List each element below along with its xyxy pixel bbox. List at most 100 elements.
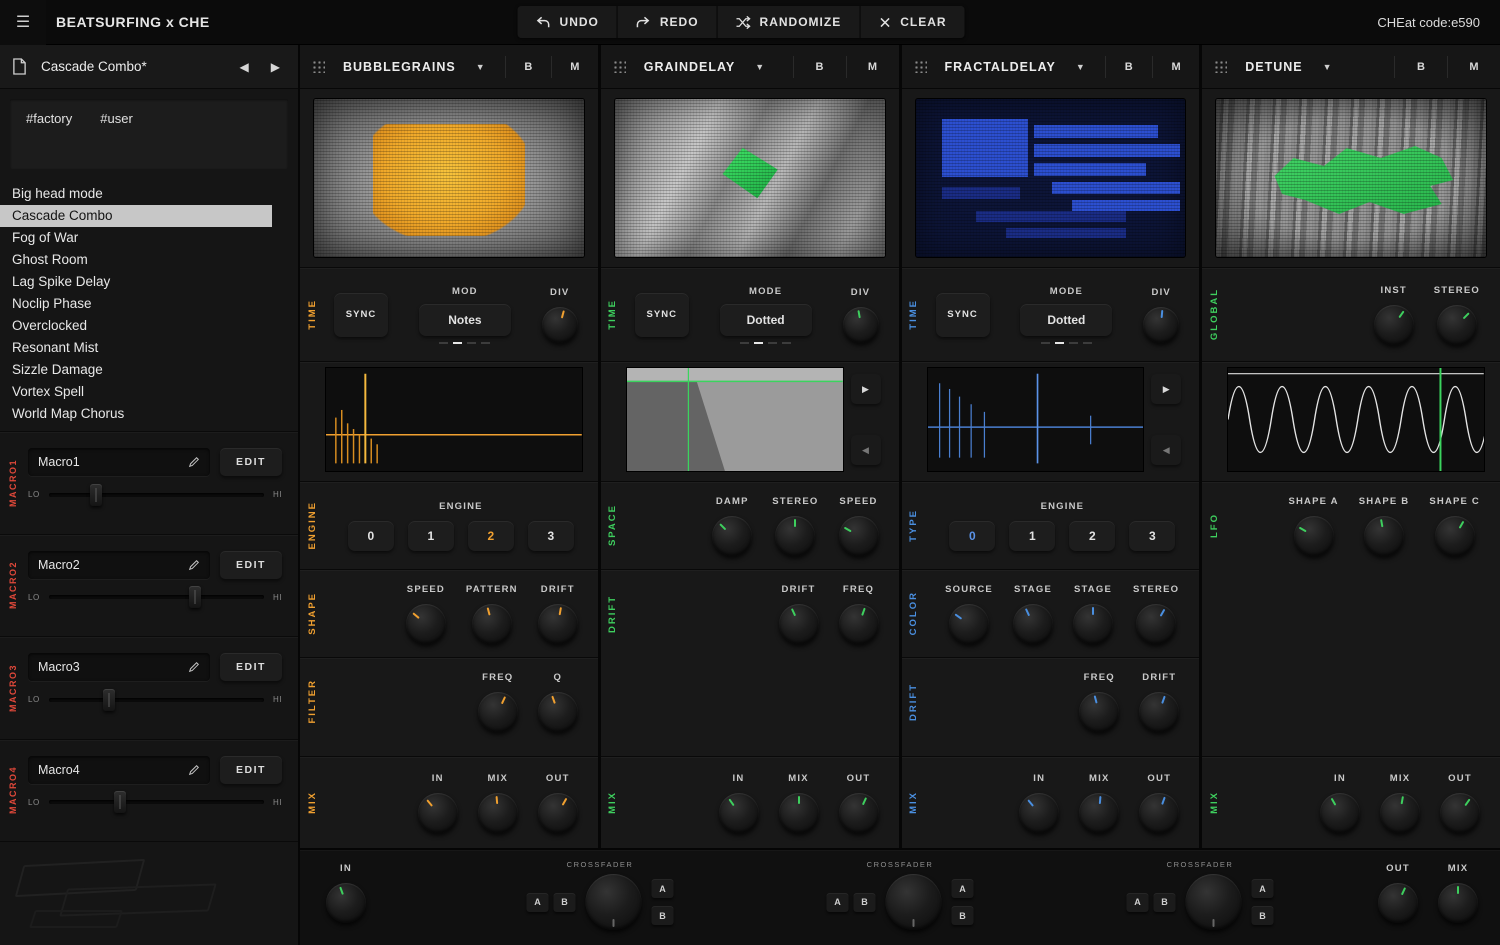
in-knob[interactable] bbox=[1019, 793, 1059, 833]
new-preset-button[interactable] bbox=[12, 58, 27, 75]
graph-next-button[interactable]: ▶ bbox=[1151, 374, 1181, 404]
graph-prev-button[interactable]: ◀ bbox=[851, 435, 881, 465]
q-knob[interactable] bbox=[538, 692, 578, 732]
stereo-knob[interactable] bbox=[775, 516, 815, 556]
macro4-slider-thumb[interactable] bbox=[114, 791, 126, 813]
mode-dropdown[interactable]: Dotted bbox=[1020, 304, 1112, 336]
source-knob[interactable] bbox=[949, 604, 989, 644]
shape-b-knob[interactable] bbox=[1364, 516, 1404, 556]
delay-tap-graph[interactable] bbox=[928, 368, 1144, 471]
shape-c-knob[interactable] bbox=[1435, 516, 1475, 556]
xfader-a-button[interactable]: A bbox=[827, 893, 849, 912]
bypass-button[interactable]: B bbox=[1405, 54, 1437, 80]
mute-button[interactable]: M bbox=[857, 54, 889, 80]
in-knob[interactable] bbox=[1320, 793, 1360, 833]
stereo-knob[interactable] bbox=[1437, 305, 1477, 345]
macro3-slider-thumb[interactable] bbox=[103, 689, 115, 711]
speed-knob[interactable] bbox=[839, 516, 879, 556]
preset-item[interactable]: Lag Spike Delay bbox=[0, 271, 298, 293]
speed-knob[interactable] bbox=[406, 604, 446, 644]
engine-button-2-selected[interactable]: 2 bbox=[468, 521, 514, 551]
preset-prev-button[interactable]: ◀ bbox=[234, 56, 255, 78]
xfader-b-route-button[interactable]: B bbox=[1252, 906, 1274, 925]
xfader-a-button[interactable]: A bbox=[527, 893, 549, 912]
xfader-b-button[interactable]: B bbox=[854, 893, 876, 912]
macro3-slider[interactable] bbox=[49, 698, 264, 702]
inst-knob[interactable] bbox=[1374, 305, 1414, 345]
grain-envelope-graph[interactable] bbox=[627, 368, 843, 471]
in-knob[interactable] bbox=[418, 793, 458, 833]
div-knob[interactable] bbox=[542, 307, 578, 343]
lfo-waveform-graph[interactable] bbox=[1228, 368, 1484, 471]
randomize-button[interactable]: RANDOMIZE bbox=[717, 6, 860, 38]
freq-knob[interactable] bbox=[839, 604, 879, 644]
freq-knob[interactable] bbox=[1079, 692, 1119, 732]
div-knob[interactable] bbox=[843, 307, 879, 343]
engine-button-1[interactable]: 1 bbox=[408, 521, 454, 551]
div-knob[interactable] bbox=[1143, 307, 1179, 343]
engine-button-0-selected[interactable]: 0 bbox=[949, 521, 995, 551]
graph-prev-button[interactable]: ◀ bbox=[1151, 435, 1181, 465]
drag-handle-icon[interactable] bbox=[914, 60, 927, 73]
macro1-edit-button[interactable]: EDIT bbox=[220, 448, 282, 476]
clear-button[interactable]: CLEAR bbox=[859, 6, 964, 38]
macro4-name-field[interactable]: Macro4 bbox=[28, 756, 210, 784]
xfader-a-route-button[interactable]: A bbox=[652, 879, 674, 898]
preset-item[interactable]: Vortex Spell bbox=[0, 381, 298, 403]
tag-factory[interactable]: #factory bbox=[26, 111, 72, 126]
drag-handle-icon[interactable] bbox=[312, 60, 325, 73]
preset-item[interactable]: Fog of War bbox=[0, 227, 298, 249]
xfader-a-route-button[interactable]: A bbox=[1252, 879, 1274, 898]
pattern-knob[interactable] bbox=[472, 604, 512, 644]
freq-knob[interactable] bbox=[478, 692, 518, 732]
xfader-a-route-button[interactable]: A bbox=[952, 879, 974, 898]
mix-knob[interactable] bbox=[478, 793, 518, 833]
pencil-icon[interactable] bbox=[188, 764, 200, 776]
preset-item[interactable]: Overclocked bbox=[0, 315, 298, 337]
macro1-slider-thumb[interactable] bbox=[90, 484, 102, 506]
pencil-icon[interactable] bbox=[188, 661, 200, 673]
macro4-slider[interactable] bbox=[49, 800, 264, 804]
mute-button[interactable]: M bbox=[1458, 54, 1490, 80]
graph-next-button[interactable]: ▶ bbox=[851, 374, 881, 404]
mute-button[interactable]: M bbox=[1163, 54, 1189, 80]
mode-dropdown[interactable]: Notes bbox=[419, 304, 511, 336]
out-knob[interactable] bbox=[1139, 793, 1179, 833]
drift-knob[interactable] bbox=[538, 604, 578, 644]
crossfader-knob[interactable] bbox=[586, 874, 642, 930]
macro3-edit-button[interactable]: EDIT bbox=[220, 653, 282, 681]
bypass-button[interactable]: B bbox=[804, 54, 836, 80]
macro2-slider-thumb[interactable] bbox=[189, 586, 201, 608]
undo-button[interactable]: UNDO bbox=[518, 6, 617, 38]
grain-pattern-graph[interactable] bbox=[326, 368, 582, 471]
shape-a-knob[interactable] bbox=[1294, 516, 1334, 556]
out-knob[interactable] bbox=[538, 793, 578, 833]
pencil-icon[interactable] bbox=[188, 559, 200, 571]
preset-item[interactable]: Resonant Mist bbox=[0, 337, 298, 359]
preset-next-button[interactable]: ▶ bbox=[265, 56, 286, 78]
engine-button-3[interactable]: 3 bbox=[1129, 521, 1175, 551]
xfader-b-route-button[interactable]: B bbox=[952, 906, 974, 925]
mix-knob[interactable] bbox=[1079, 793, 1119, 833]
sync-button[interactable]: SYNC bbox=[635, 293, 689, 337]
master-out-knob[interactable] bbox=[1378, 883, 1418, 923]
stage-knob[interactable] bbox=[1013, 604, 1053, 644]
out-knob[interactable] bbox=[1440, 793, 1480, 833]
mix-knob[interactable] bbox=[1380, 793, 1420, 833]
macro3-name-field[interactable]: Macro3 bbox=[28, 653, 210, 681]
out-knob[interactable] bbox=[839, 793, 879, 833]
macro1-name-field[interactable]: Macro1 bbox=[28, 448, 210, 476]
drift-knob[interactable] bbox=[779, 604, 819, 644]
macro2-slider[interactable] bbox=[49, 595, 264, 599]
macro2-edit-button[interactable]: EDIT bbox=[220, 551, 282, 579]
bypass-button[interactable]: B bbox=[515, 54, 541, 80]
crossfader-knob[interactable] bbox=[886, 874, 942, 930]
in-knob[interactable] bbox=[719, 793, 759, 833]
engine-button-3[interactable]: 3 bbox=[528, 521, 574, 551]
pencil-icon[interactable] bbox=[188, 456, 200, 468]
preset-name-field[interactable]: Cascade Combo* bbox=[37, 59, 224, 74]
xfader-b-route-button[interactable]: B bbox=[652, 906, 674, 925]
drift-knob[interactable] bbox=[1139, 692, 1179, 732]
drag-handle-icon[interactable] bbox=[1214, 60, 1227, 73]
bypass-button[interactable]: B bbox=[1116, 54, 1142, 80]
